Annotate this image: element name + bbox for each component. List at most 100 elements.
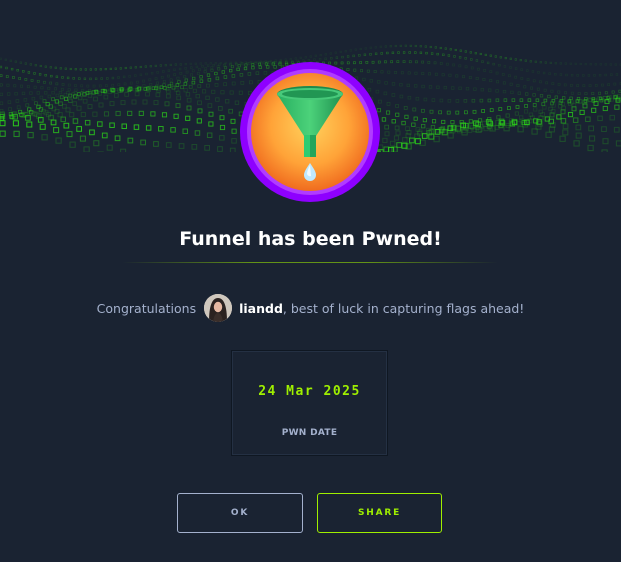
wave-cube xyxy=(0,74,3,77)
wave-cube xyxy=(567,112,574,118)
wave-cube xyxy=(414,71,418,75)
wave-cube xyxy=(388,146,395,152)
wave-cube xyxy=(182,128,188,134)
wave-cube xyxy=(436,52,439,56)
wave-cube xyxy=(153,100,159,106)
wave-cube xyxy=(217,146,223,152)
wave-cube xyxy=(66,131,73,138)
wave-cube xyxy=(442,53,445,56)
wave-cube xyxy=(602,105,608,112)
wave-cube xyxy=(545,81,548,85)
wave-cube xyxy=(487,117,492,122)
wave-cube xyxy=(197,100,202,106)
wave-cube xyxy=(503,98,508,102)
wave-cube xyxy=(514,58,517,61)
wave-cube xyxy=(429,45,432,49)
wave-cube xyxy=(498,107,503,111)
wave-cube xyxy=(115,110,121,117)
wave-cube xyxy=(176,76,180,80)
wave-cube xyxy=(199,75,203,79)
wave-cube xyxy=(10,67,14,71)
wave-cube xyxy=(570,91,574,95)
wave-cube xyxy=(449,48,452,51)
wave-cube xyxy=(545,131,552,138)
wave-cube xyxy=(0,92,3,97)
wave-cube xyxy=(423,97,428,102)
wave-cube xyxy=(58,101,63,106)
wave-cube xyxy=(215,97,220,102)
wave-cube xyxy=(379,45,382,48)
wave-cube xyxy=(406,83,410,88)
wave-cube xyxy=(468,76,472,80)
wave-cube xyxy=(22,70,25,73)
wave-cube xyxy=(164,101,170,107)
wave-cube xyxy=(520,68,523,71)
wave-cube xyxy=(185,70,189,74)
wave-cube xyxy=(231,81,236,86)
wave-cube xyxy=(391,82,396,86)
wave-cube xyxy=(428,72,432,76)
wave-cube xyxy=(507,106,511,110)
wave-cube xyxy=(526,69,529,72)
wave-cube xyxy=(464,65,468,69)
wave-cube xyxy=(383,91,388,96)
wave-cube xyxy=(16,105,21,110)
wave-cube xyxy=(484,53,487,56)
wave-cube xyxy=(550,89,554,93)
wave-cube xyxy=(434,72,438,76)
wave-cube xyxy=(414,44,417,48)
wave-cube xyxy=(54,87,58,91)
wave-cube xyxy=(387,70,391,74)
wave-cube xyxy=(204,144,211,151)
wave-cube xyxy=(67,83,71,87)
wave-cube xyxy=(549,61,552,64)
wave-cube xyxy=(0,83,3,87)
wave-cube xyxy=(394,70,398,74)
wave-cube xyxy=(390,60,393,64)
wave-cube xyxy=(386,102,391,106)
wave-cube xyxy=(224,99,230,104)
wave-cube xyxy=(167,74,170,78)
wave-cube xyxy=(72,101,78,107)
wave-cube xyxy=(535,98,540,103)
wave-cube xyxy=(380,52,383,55)
wave-cube xyxy=(537,71,540,74)
wave-cube xyxy=(106,144,113,151)
wave-cube xyxy=(470,58,473,61)
wave-cube xyxy=(150,111,156,117)
wave-cube xyxy=(544,61,547,64)
wave-cube xyxy=(455,99,460,103)
wave-cube xyxy=(217,106,223,111)
wave-cube xyxy=(611,90,615,94)
wave-cube xyxy=(74,68,77,71)
wave-cube xyxy=(104,68,107,71)
wave-cube xyxy=(570,84,573,87)
wave-cube xyxy=(23,98,28,102)
wave-cube xyxy=(453,55,456,58)
wave-cube xyxy=(464,57,467,60)
wave-cube xyxy=(84,119,91,126)
wave-cube xyxy=(183,82,188,86)
share-button[interactable]: SHARE xyxy=(317,493,442,533)
wave-cube xyxy=(142,99,148,105)
wave-cube xyxy=(330,57,333,60)
wave-cube xyxy=(184,78,188,82)
wave-cube xyxy=(604,73,607,77)
wave-cube xyxy=(178,67,182,71)
wave-cube xyxy=(504,57,507,60)
wave-cube xyxy=(562,123,569,130)
wave-cube xyxy=(404,44,407,47)
wave-cube xyxy=(396,60,400,63)
wave-cube xyxy=(536,87,540,91)
wave-cube xyxy=(557,90,561,94)
wave-cube xyxy=(509,57,512,60)
ok-button[interactable]: OK xyxy=(177,493,303,533)
wave-cube xyxy=(59,67,62,70)
wave-cube xyxy=(190,73,194,77)
title-divider xyxy=(122,262,498,263)
wave-cube xyxy=(439,62,443,65)
wave-cube xyxy=(447,99,452,103)
wave-cube xyxy=(77,95,83,101)
wave-cube xyxy=(524,59,527,62)
wave-cube xyxy=(49,66,52,69)
